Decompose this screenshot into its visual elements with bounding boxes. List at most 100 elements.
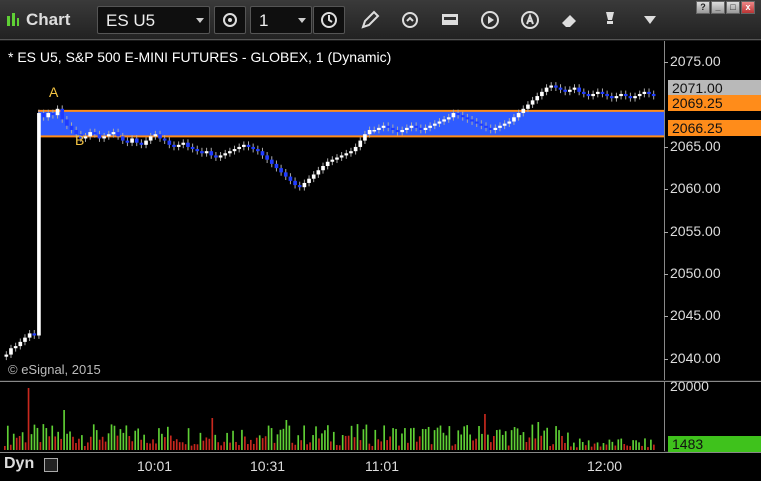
volume-bar [578, 438, 581, 450]
candle-body [512, 117, 516, 122]
volume-bar [161, 433, 163, 450]
interval-input[interactable]: 1 [250, 6, 312, 34]
candle-body [437, 121, 442, 124]
chevron-down-icon[interactable] [196, 18, 204, 23]
candle-body [605, 93, 609, 97]
dropdown-icon[interactable] [638, 8, 662, 32]
volume-bar [528, 437, 531, 450]
maximize-button[interactable]: □ [726, 1, 740, 14]
candle-body [507, 121, 512, 124]
volume-bar [522, 432, 525, 450]
volume-bar [134, 430, 137, 450]
candle-body [148, 136, 153, 141]
candle-body [144, 140, 148, 145]
volume-chart[interactable] [0, 381, 664, 452]
candle-body [488, 127, 493, 130]
volume-bar [89, 436, 92, 450]
chevron-down-icon[interactable] [298, 18, 306, 23]
candle-body [269, 159, 274, 164]
volume-last-tag: 1483 [668, 436, 761, 452]
volume-bar [143, 434, 145, 450]
candle-body [18, 341, 23, 347]
volume-bar [519, 435, 522, 450]
volume-bar [401, 433, 403, 450]
help-button[interactable]: ? [696, 1, 710, 14]
volume-bar [113, 425, 116, 450]
volume-bar [223, 441, 225, 450]
volume-bar [81, 435, 83, 450]
volume-bar [21, 432, 24, 450]
last-price-tag: 2071.00 [668, 80, 761, 96]
candle-body [479, 123, 484, 126]
volume-bar [131, 441, 134, 450]
price-tick-mark [664, 274, 668, 276]
volume-bar [608, 439, 611, 450]
data-icon[interactable] [438, 8, 462, 32]
candle-body [302, 182, 307, 188]
lock-icon[interactable] [44, 458, 58, 472]
price-tick-label: 2075.00 [670, 53, 721, 70]
volume-bar [181, 442, 184, 450]
volume-bar [629, 446, 631, 450]
candle-body [88, 132, 92, 137]
time-tick-label: 11:01 [365, 458, 399, 474]
candle-body [218, 155, 223, 158]
pencil-icon[interactable] [358, 8, 382, 32]
minimize-button[interactable]: _ [711, 1, 725, 14]
redraw-icon[interactable] [398, 8, 422, 32]
volume-bar [531, 424, 534, 450]
volume-bar [178, 442, 181, 450]
candle-body [134, 138, 139, 143]
candle-body [586, 93, 591, 97]
price-chart[interactable]: * ES U5, S&P 500 E-MINI FUTURES - GLOBEX… [0, 41, 664, 417]
volume-bar [493, 436, 495, 450]
volume-bar [558, 430, 560, 450]
candle-body [600, 91, 605, 94]
candle-body [69, 125, 74, 130]
candle-body [554, 85, 558, 88]
volume-bar [617, 439, 620, 450]
close-button[interactable]: x [741, 1, 755, 14]
volume-bar [570, 446, 572, 450]
volume-bar [454, 444, 457, 450]
candle-body [92, 132, 97, 135]
candle-body [395, 129, 400, 133]
volume-bar [288, 425, 291, 450]
candle-body [409, 125, 414, 128]
marker-icon[interactable] [598, 8, 622, 32]
candle-body [442, 119, 446, 122]
candle-body [190, 146, 195, 150]
play-icon[interactable] [478, 8, 502, 32]
candle-body [526, 104, 530, 109]
volume-bar [300, 440, 303, 450]
eraser-icon[interactable] [558, 8, 582, 32]
symbol-input[interactable]: ES U5 [97, 6, 210, 34]
candle-body [363, 134, 367, 141]
volume-bar [501, 434, 504, 450]
volume-bar [116, 435, 119, 450]
volume-bar [392, 428, 394, 450]
candle-body [372, 129, 377, 132]
period-label[interactable]: Dyn [4, 455, 34, 473]
volume-bar [504, 431, 507, 450]
candle-body [581, 91, 586, 94]
candle-body [498, 125, 502, 128]
volume-bar [516, 428, 519, 450]
clock-icon [321, 12, 337, 28]
time-tick-label: 12:00 [587, 458, 623, 474]
volume-bar [374, 429, 377, 450]
candle-body [41, 113, 46, 118]
candle-body [65, 119, 69, 126]
volume-bar [495, 430, 498, 450]
candle-body [237, 146, 242, 150]
candle-body [37, 113, 41, 336]
price-chart-svg[interactable] [0, 41, 664, 380]
time-template-button[interactable] [313, 6, 345, 34]
alert-icon[interactable] [518, 8, 542, 32]
volume-bar [543, 430, 546, 450]
volume-chart-svg[interactable] [0, 382, 664, 452]
volume-bar [368, 443, 371, 450]
interval-settings-button[interactable] [214, 6, 246, 34]
volume-bar [169, 435, 172, 450]
price-tick-mark [664, 189, 668, 191]
